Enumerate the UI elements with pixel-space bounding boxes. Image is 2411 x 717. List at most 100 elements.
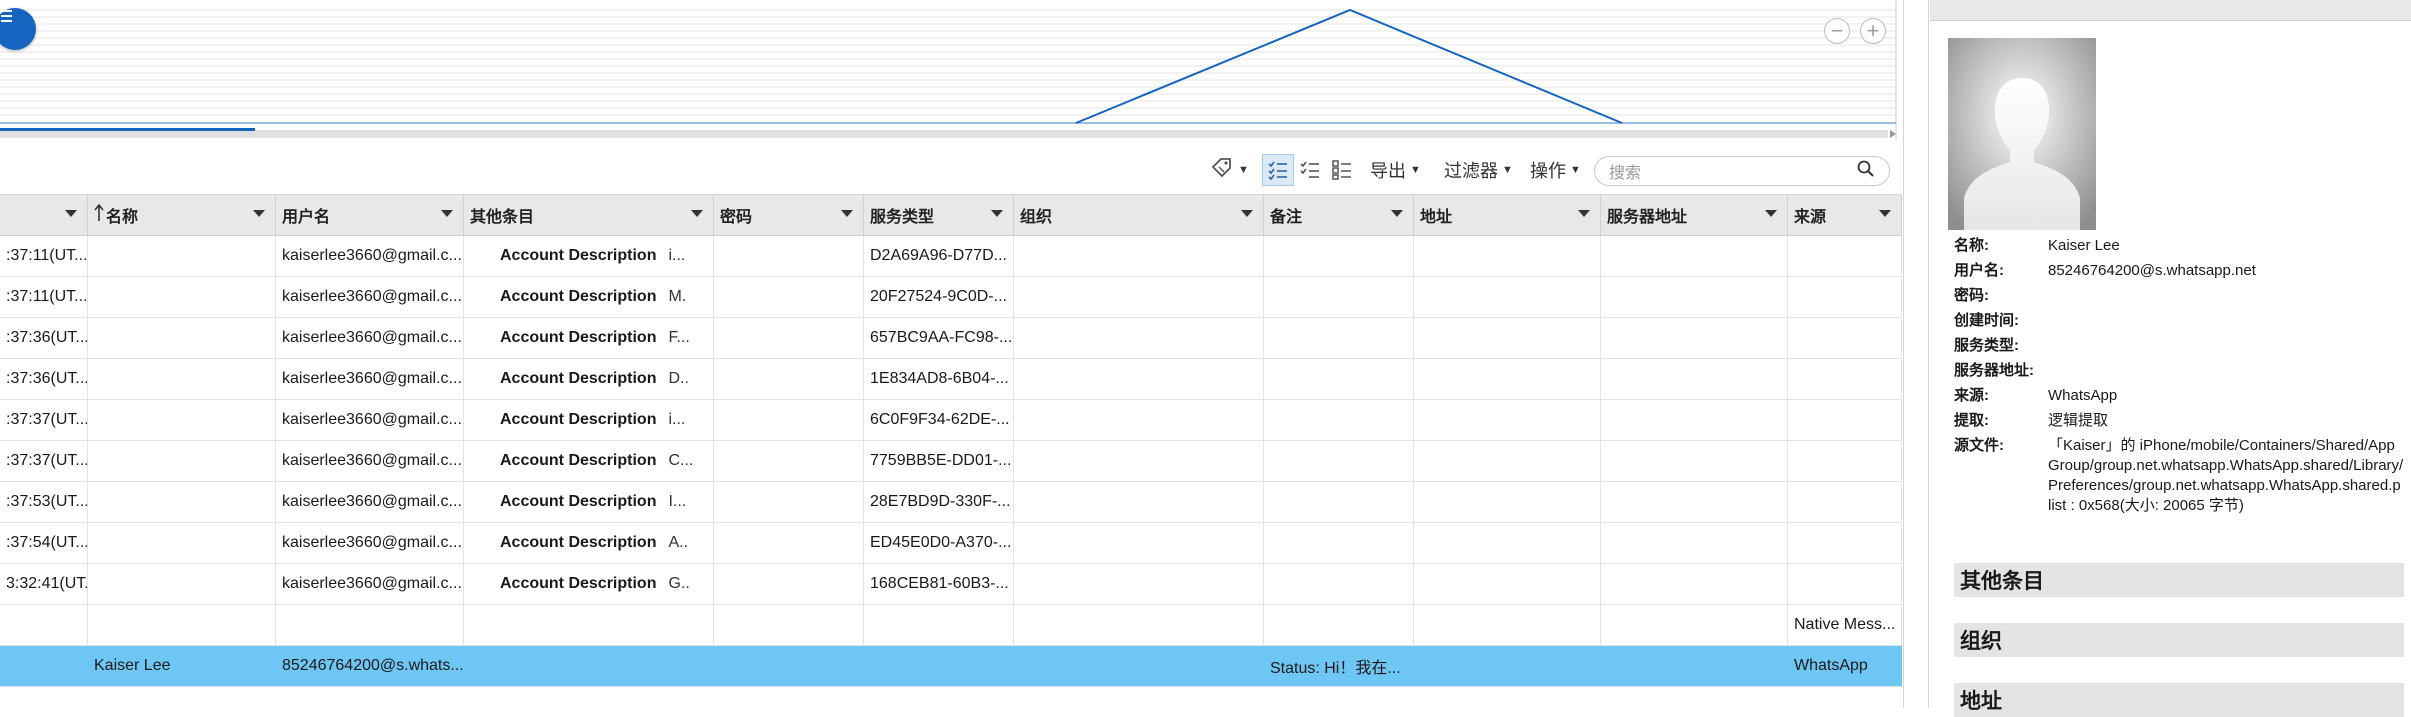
table-row[interactable]: :37:37(UT... kaiserlee3660@gmail.c... Acco… xyxy=(0,441,1902,482)
cell-name: Kaiser Lee xyxy=(88,646,276,686)
property-label: 服务类型: xyxy=(1954,337,2019,354)
timeline-scroll-thumb[interactable] xyxy=(0,128,255,131)
cell-service-type: 1E834AD8-6B04-... xyxy=(864,359,1014,399)
column-label: 用户名 xyxy=(282,209,331,226)
table-row[interactable]: :37:11(UT... kaiserlee3660@gmail.c... Acco… xyxy=(0,236,1902,277)
column-header-organization[interactable]: 组织 xyxy=(1014,195,1264,235)
column-header-address[interactable]: 地址 xyxy=(1414,195,1601,235)
column-header-name[interactable]: 名称 xyxy=(88,195,276,235)
column-header-other[interactable]: 其他条目 xyxy=(464,195,714,235)
cell-service-type: 28E7BD9D-330F-... xyxy=(864,482,1014,522)
other-entry-key: Account Description xyxy=(500,288,657,305)
property-value: 逻辑提取 xyxy=(2048,412,2109,429)
cell-organization xyxy=(1014,523,1264,563)
cell-password xyxy=(714,646,864,686)
timeline-scrollbar[interactable] xyxy=(0,130,1888,138)
cell-address xyxy=(1414,482,1601,522)
cell-time: :37:36(UT... xyxy=(0,359,88,399)
dropdown-arrow-icon[interactable] xyxy=(841,210,853,217)
section-title: 其他条目 xyxy=(1960,570,2044,593)
column-header-time[interactable] xyxy=(0,195,88,235)
export-menu[interactable]: 导出 ▼ xyxy=(1370,154,1421,186)
check-all-icon xyxy=(1300,161,1319,178)
checklist-icon xyxy=(1268,161,1287,180)
cell-time xyxy=(0,605,88,645)
table-row[interactable]: :37:54(UT... kaiserlee3660@gmail.c... Acco… xyxy=(0,523,1902,564)
cell-service-type: D2A69A96-D77D... xyxy=(864,236,1014,276)
search-input[interactable]: 搜索 xyxy=(1594,156,1890,186)
cell-organization xyxy=(1014,236,1264,276)
table-row[interactable]: :37:11(UT... kaiserlee3660@gmail.c... Acco… xyxy=(0,277,1902,318)
check-all-button[interactable] xyxy=(1294,154,1326,186)
table-row[interactable]: :37:36(UT... kaiserlee3660@gmail.c... Acco… xyxy=(0,318,1902,359)
dropdown-arrow-icon[interactable] xyxy=(1879,210,1891,217)
panel-splitter[interactable] xyxy=(1902,0,1930,708)
dropdown-arrow-icon[interactable] xyxy=(1241,210,1253,217)
search-placeholder: 搜索 xyxy=(1609,165,1642,182)
table-row[interactable]: :37:36(UT... kaiserlee3660@gmail.c... Acco… xyxy=(0,359,1902,400)
cell-server xyxy=(1601,236,1788,276)
checklist-view-button[interactable] xyxy=(1262,154,1294,186)
search-icon[interactable] xyxy=(1857,160,1875,183)
section-other-entries[interactable]: 其他条目 xyxy=(1954,563,2404,597)
column-header-source[interactable]: 来源 xyxy=(1788,195,1902,235)
dropdown-arrow-icon[interactable] xyxy=(253,210,265,217)
timeline-chart[interactable]: − + xyxy=(0,0,1902,140)
cell-other: Account Description G.. xyxy=(464,564,714,604)
dropdown-arrow-icon[interactable] xyxy=(1578,210,1590,217)
table-row[interactable]: Native Mess... xyxy=(0,605,1902,646)
property-label: 创建时间: xyxy=(1954,312,2019,329)
column-header-server[interactable]: 服务器地址 xyxy=(1601,195,1788,235)
dropdown-arrow-icon[interactable] xyxy=(991,210,1003,217)
cell-username: kaiserlee3660@gmail.c... xyxy=(276,400,464,440)
filter-menu[interactable]: 过滤器 ▼ xyxy=(1444,154,1513,186)
column-header-username[interactable]: 用户名 xyxy=(276,195,464,235)
column-header-password[interactable]: 密码 xyxy=(714,195,864,235)
cell-organization xyxy=(1014,318,1264,358)
table-row[interactable]: Kaiser Lee 85246764200@s.whats... Status: … xyxy=(0,646,1902,687)
column-label: 名称 xyxy=(106,209,139,226)
cell-time: :37:37(UT... xyxy=(0,400,88,440)
cell-notes xyxy=(1264,318,1414,358)
dropdown-arrow-icon[interactable] xyxy=(1765,210,1777,217)
cell-username: kaiserlee3660@gmail.c... xyxy=(276,359,464,399)
tag-button[interactable]: ▼ xyxy=(1210,154,1249,186)
cell-other: Account Description F... xyxy=(464,318,714,358)
section-title: 地址 xyxy=(1960,690,2002,713)
column-header-notes[interactable]: 备注 xyxy=(1264,195,1414,235)
dropdown-arrow-icon[interactable] xyxy=(691,210,703,217)
column-label: 组织 xyxy=(1020,209,1053,226)
zoom-out-icon[interactable]: − xyxy=(1824,18,1850,44)
dropdown-arrow-icon[interactable] xyxy=(1391,210,1403,217)
table-row[interactable]: :37:37(UT... kaiserlee3660@gmail.c... Acco… xyxy=(0,400,1902,441)
property-label: 名称: xyxy=(1954,237,1989,254)
table-row[interactable]: :37:53(UT... kaiserlee3660@gmail.c... Acco… xyxy=(0,482,1902,523)
uncheck-all-button[interactable] xyxy=(1326,154,1358,186)
cell-organization xyxy=(1014,564,1264,604)
cell-time: :37:54(UT... xyxy=(0,523,88,563)
cell-time: 3:32:41(UT... xyxy=(0,564,88,604)
chevron-down-icon: ▼ xyxy=(1570,164,1581,176)
property-row: 提取: 逻辑提取 xyxy=(1954,411,2404,431)
cell-source xyxy=(1788,564,1902,604)
dropdown-arrow-icon[interactable] xyxy=(441,210,453,217)
table-header: 名称 用户名 其他条目 密码 服务类型 组织 备注 地址 服务器地址 来源 xyxy=(0,194,1902,236)
zoom-in-icon[interactable]: + xyxy=(1860,18,1886,44)
cell-password xyxy=(714,318,864,358)
property-label: 服务器地址: xyxy=(1954,362,2034,379)
section-organization[interactable]: 组织 xyxy=(1954,623,2404,657)
other-entry-value: G.. xyxy=(668,575,690,592)
actions-menu[interactable]: 操作 ▼ xyxy=(1530,154,1581,186)
cell-username xyxy=(276,605,464,645)
section-address[interactable]: 地址 xyxy=(1954,683,2404,717)
property-label: 提取: xyxy=(1954,412,1989,429)
table-row[interactable]: 3:32:41(UT...kaiserlee3660@gmail.c...Acc… xyxy=(0,564,1902,605)
dropdown-arrow-icon[interactable] xyxy=(65,210,77,217)
property-value: 「Kaiser」的 iPhone/mobile/Containers/Share… xyxy=(2048,437,2404,514)
column-label: 来源 xyxy=(1794,209,1827,226)
cell-password xyxy=(714,564,864,604)
list-checkbox-icon xyxy=(1332,160,1351,180)
avatar xyxy=(1948,38,2096,230)
column-header-service-type[interactable]: 服务类型 xyxy=(864,195,1014,235)
property-value: Kaiser Lee xyxy=(2048,237,2120,254)
